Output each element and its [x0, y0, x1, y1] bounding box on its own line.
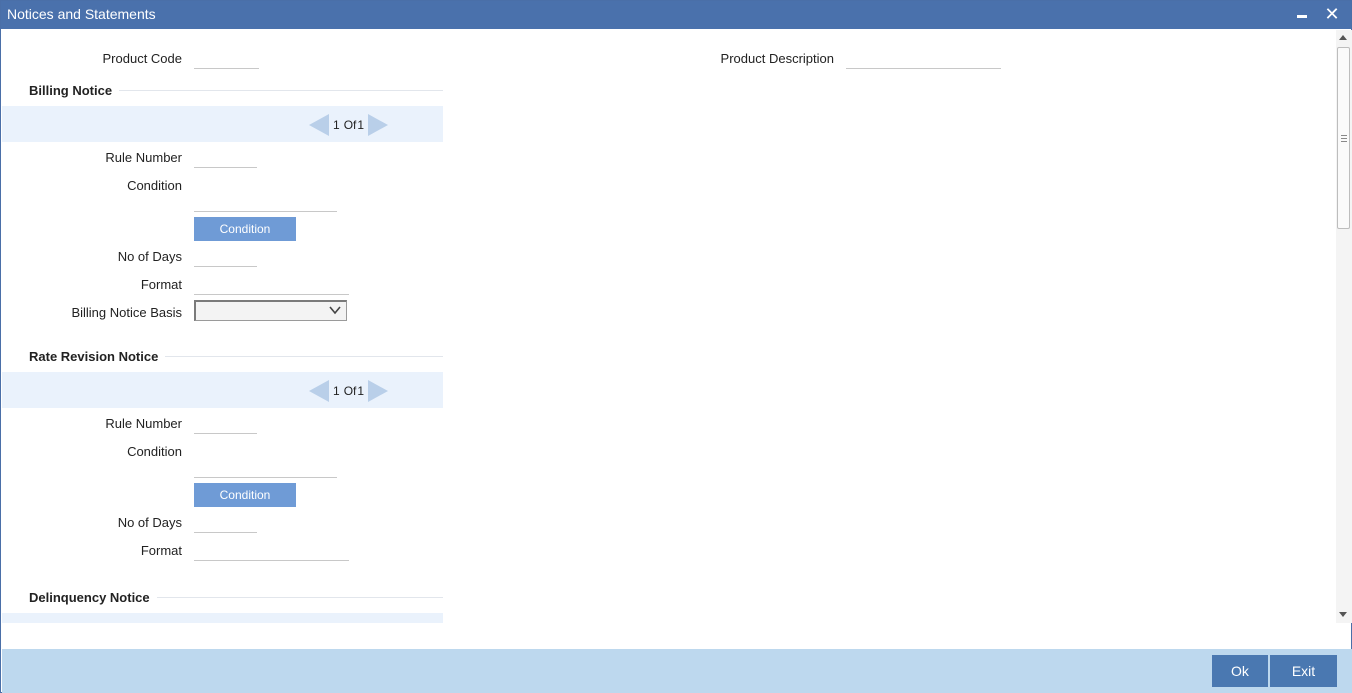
product-code-field[interactable]	[194, 49, 259, 69]
footer-bar: Ok Exit	[2, 649, 1352, 693]
billing-condition-field[interactable]	[194, 192, 337, 212]
rule-number-label: Rule Number	[105, 150, 182, 165]
pager-of: Of	[343, 118, 357, 132]
scroll-down-icon[interactable]	[1339, 612, 1347, 617]
delinquency-pager-bar	[2, 613, 443, 623]
rate-no-of-days-field[interactable]	[194, 513, 257, 533]
pager-current: 1	[333, 384, 340, 398]
product-code-label: Product Code	[102, 51, 183, 66]
section-divider	[157, 597, 443, 598]
ok-button[interactable]: Ok	[1212, 655, 1268, 687]
billing-no-of-days-field[interactable]	[194, 247, 257, 267]
scroll-up-icon[interactable]	[1339, 35, 1347, 40]
next-arrow-icon[interactable]	[368, 114, 389, 136]
form-content: Product Code Product Description Billing…	[2, 30, 1336, 623]
billing-condition-button[interactable]: Condition	[194, 217, 296, 241]
rate-rule-number-field[interactable]	[194, 414, 257, 434]
billing-rule-number-field[interactable]	[194, 148, 257, 168]
no-of-days-label: No of Days	[117, 249, 182, 264]
billing-notice-pager: 1 Of 1	[309, 114, 389, 136]
billing-notice-basis-label: Billing Notice Basis	[71, 305, 182, 320]
chevron-down-icon	[329, 306, 341, 315]
vertical-scrollbar[interactable]	[1336, 30, 1352, 623]
rate-revision-pager: 1 Of 1	[309, 380, 389, 402]
previous-arrow-icon[interactable]	[309, 380, 329, 402]
previous-arrow-icon[interactable]	[309, 114, 329, 136]
rate-format-field[interactable]	[194, 541, 349, 561]
delinquency-notice-title: Delinquency Notice	[29, 590, 150, 605]
notices-statements-window: Notices and Statements ✕ Product Code Pr…	[0, 0, 1352, 693]
grip-icon	[1341, 135, 1347, 142]
format-label: Format	[140, 277, 182, 292]
title-bar: Notices and Statements ✕	[1, 1, 1351, 29]
scroll-thumb[interactable]	[1337, 47, 1350, 229]
condition-label: Condition	[127, 178, 182, 193]
minimize-button[interactable]	[1291, 3, 1313, 25]
billing-notice-pager-bar: 1 Of 1	[2, 106, 443, 142]
close-button[interactable]: ✕	[1321, 3, 1343, 25]
product-description-label: Product Description	[720, 51, 834, 66]
pager-total: 1	[357, 118, 365, 132]
pager-total: 1	[357, 384, 365, 398]
rate-revision-pager-bar: 1 Of 1	[2, 372, 443, 408]
window-title: Notices and Statements	[7, 6, 156, 22]
product-description-field[interactable]	[846, 49, 1001, 69]
billing-notice-basis-select[interactable]	[194, 300, 347, 321]
rule-number-label: Rule Number	[105, 416, 182, 431]
close-icon: ✕	[1324, 4, 1340, 24]
billing-notice-title: Billing Notice	[29, 83, 113, 98]
rate-condition-button[interactable]: Condition	[194, 483, 296, 507]
condition-label: Condition	[127, 444, 182, 459]
billing-format-field[interactable]	[194, 275, 349, 295]
minimize-icon	[1297, 15, 1307, 18]
rate-revision-notice-title: Rate Revision Notice	[29, 349, 159, 364]
no-of-days-label: No of Days	[117, 515, 182, 530]
pager-of: Of	[343, 384, 357, 398]
pager-current: 1	[333, 118, 340, 132]
exit-button[interactable]: Exit	[1270, 655, 1337, 687]
section-divider	[119, 90, 443, 91]
rate-condition-field[interactable]	[194, 458, 337, 478]
format-label: Format	[140, 543, 182, 558]
next-arrow-icon[interactable]	[368, 380, 389, 402]
section-divider	[165, 356, 443, 357]
